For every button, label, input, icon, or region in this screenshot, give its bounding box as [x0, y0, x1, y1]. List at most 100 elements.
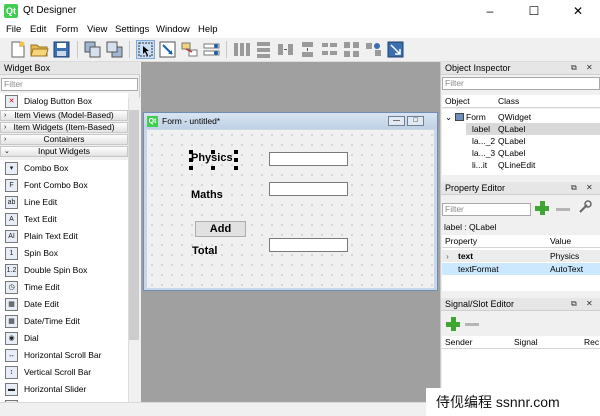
chevron-right-icon[interactable]: › — [446, 250, 449, 262]
widget-item-plain-text-edit[interactable]: AI Plain Text Edit — [0, 228, 128, 245]
form-maximize-button[interactable]: □ — [407, 116, 424, 126]
menu-view[interactable]: View — [87, 24, 107, 35]
label-total[interactable]: Total — [192, 245, 217, 257]
widget-item-time-edit[interactable]: ◷ Time Edit — [0, 279, 128, 296]
tree-row-label[interactable]: label QLabel — [466, 123, 600, 135]
column-class[interactable]: Class — [498, 95, 519, 108]
close-panel-icon[interactable]: ✕ — [586, 63, 593, 72]
menu-settings[interactable]: Settings — [115, 24, 149, 35]
widget-item-date-edit[interactable]: ▦ Date Edit — [0, 296, 128, 313]
save-form-button[interactable] — [52, 40, 71, 59]
category-input-widgets[interactable]: ⌄ Input Widgets — [0, 146, 128, 157]
widget-item-text-edit[interactable]: A Text Edit — [0, 211, 128, 228]
right-dock-area: Object Inspector ⧉ ✕ Filter Object Class… — [440, 62, 600, 402]
menu-bar: File Edit Form View Settings Window Help — [0, 22, 600, 38]
form-title-bar[interactable]: Qt Form - untitled* — □ — [144, 113, 437, 129]
add-dynamic-property-icon[interactable] — [534, 200, 550, 216]
label-maths[interactable]: Maths — [191, 189, 223, 201]
open-form-button[interactable] — [30, 40, 49, 59]
tree-row-label-2[interactable]: la..._2 QLabel — [466, 135, 600, 147]
selection-handle[interactable] — [234, 166, 238, 170]
float-panel-icon[interactable]: ⧉ — [571, 299, 577, 309]
widget-item-combo-box[interactable]: ▾ Combo Box — [0, 160, 128, 177]
maths-line-edit[interactable] — [269, 182, 348, 196]
category-item-widgets[interactable]: › Item Widgets (Item-Based) — [0, 122, 128, 133]
edit-tab-order-button[interactable] — [202, 40, 221, 59]
lay-out-vertically-button[interactable] — [254, 40, 273, 59]
horizontal-splitter-button[interactable] — [276, 40, 295, 59]
menu-window[interactable]: Window — [156, 24, 190, 35]
menu-help[interactable]: Help — [198, 24, 218, 35]
form-window[interactable]: Qt Form - untitled* — □ Physics Maths Ad… — [143, 112, 438, 291]
column-object[interactable]: Object — [445, 95, 470, 108]
category-containers[interactable]: › Containers — [0, 134, 128, 145]
selection-handle[interactable] — [234, 150, 238, 154]
object-inspector-filter-input[interactable]: Filter — [442, 77, 600, 90]
add-button[interactable]: Add — [195, 221, 246, 237]
new-form-button[interactable] — [8, 40, 27, 59]
column-receiver[interactable]: Rec — [584, 336, 599, 349]
tree-row-label-3[interactable]: la..._3 QLabel — [466, 147, 600, 159]
property-editor-filter-input[interactable]: Filter — [442, 203, 531, 216]
widget-item-double-spin-box[interactable]: 1.2 Double Spin Box — [0, 262, 128, 279]
property-row-text-format[interactable]: textFormat AutoText — [442, 263, 600, 275]
menu-form[interactable]: Form — [56, 24, 78, 35]
remove-property-icon[interactable] — [556, 208, 570, 211]
selection-handle[interactable] — [234, 158, 238, 162]
total-line-edit[interactable] — [269, 238, 348, 252]
widget-box-scrollbar-thumb[interactable] — [129, 110, 139, 340]
widget-box-filter-input[interactable]: Filter — [1, 78, 138, 91]
add-connection-icon[interactable] — [445, 316, 461, 332]
minimize-button[interactable]: – — [468, 0, 512, 22]
tree-row-line-edit[interactable]: li...it QLineEdit — [466, 159, 600, 171]
tree-row-form[interactable]: ⌄ Form QWidget — [442, 111, 600, 123]
lay-out-horizontally-button[interactable] — [232, 40, 251, 59]
lay-out-in-grid-button[interactable] — [342, 40, 361, 59]
widget-item-dialog-button-box[interactable]: ✕ Dialog Button Box — [0, 93, 128, 110]
vertical-splitter-button[interactable] — [298, 40, 317, 59]
widget-item-line-edit[interactable]: ab Line Edit — [0, 194, 128, 211]
edit-buddies-button[interactable] — [180, 40, 199, 59]
adjust-size-button[interactable] — [386, 40, 405, 59]
close-button[interactable]: ✕ — [556, 0, 600, 22]
selection-handle[interactable] — [211, 150, 215, 154]
column-property[interactable]: Property — [445, 235, 477, 248]
widget-item-spin-box[interactable]: 1 Spin Box — [0, 245, 128, 262]
send-to-back-button[interactable] — [105, 40, 124, 59]
configure-icon[interactable] — [577, 199, 593, 215]
remove-connection-icon[interactable] — [465, 323, 479, 326]
break-layout-button[interactable] — [364, 40, 383, 59]
property-row-text[interactable]: › text Physics — [442, 250, 600, 262]
lay-out-in-form-button[interactable] — [320, 40, 339, 59]
widget-item-date-time-edit[interactable]: ▦ Date/Time Edit — [0, 313, 128, 330]
column-sender[interactable]: Sender — [445, 336, 472, 349]
edit-signals-slots-button[interactable] — [158, 40, 177, 59]
close-panel-icon[interactable]: ✕ — [586, 183, 593, 192]
maximize-button[interactable]: ☐ — [512, 0, 556, 22]
float-panel-icon[interactable]: ⧉ — [571, 183, 577, 193]
menu-edit[interactable]: Edit — [30, 24, 46, 35]
menu-file[interactable]: File — [6, 24, 21, 35]
widget-item-vertical-scroll-bar[interactable]: ↕ Vertical Scroll Bar — [0, 364, 128, 381]
chevron-down-icon[interactable]: ⌄ — [445, 111, 452, 123]
category-item-views[interactable]: › Item Views (Model-Based) — [0, 110, 128, 121]
widget-item-font-combo-box[interactable]: F Font Combo Box — [0, 177, 128, 194]
float-panel-icon[interactable]: ⧉ — [571, 63, 577, 73]
chevron-right-icon: › — [4, 136, 7, 143]
physics-line-edit[interactable] — [269, 152, 348, 166]
chevron-down-icon: ⌄ — [4, 148, 10, 155]
widget-item-horizontal-scroll-bar[interactable]: ↔ Horizontal Scroll Bar — [0, 347, 128, 364]
bring-to-front-button[interactable] — [83, 40, 102, 59]
column-value[interactable]: Value — [550, 235, 571, 248]
selection-handle[interactable] — [189, 166, 193, 170]
edit-widgets-button[interactable] — [136, 40, 155, 59]
widget-item-horizontal-slider[interactable]: ▬ Horizontal Slider — [0, 381, 128, 398]
form-canvas[interactable]: Physics Maths Add Total — [147, 130, 434, 288]
close-panel-icon[interactable]: ✕ — [586, 299, 593, 308]
column-signal[interactable]: Signal — [514, 336, 538, 349]
form-minimize-button[interactable]: — — [388, 116, 405, 126]
widget-item-dial[interactable]: ◉ Dial — [0, 330, 128, 347]
selection-handle[interactable] — [211, 166, 215, 170]
selection-handle[interactable] — [189, 158, 193, 162]
selection-handle[interactable] — [189, 150, 193, 154]
